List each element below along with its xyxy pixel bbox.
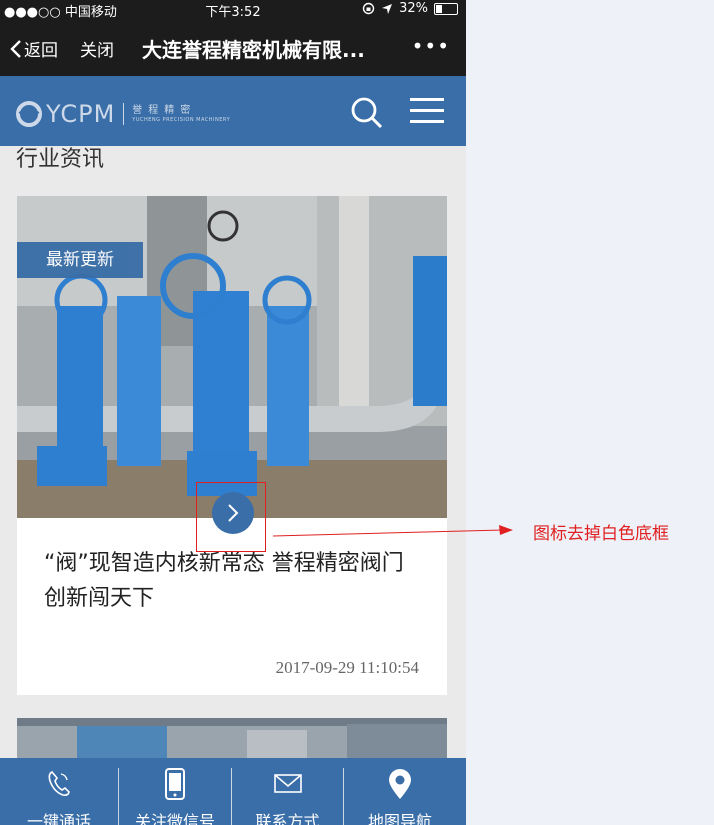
tab-wechat-label: 关注微信号 xyxy=(134,812,215,825)
menu-button[interactable] xyxy=(410,96,444,126)
more-button[interactable]: ••• xyxy=(412,34,450,58)
logo-en: YUCHENG PRECISION MACHINERY xyxy=(132,117,231,123)
tab-contact-label: 联系方式 xyxy=(255,812,320,825)
next-article-card[interactable] xyxy=(17,718,447,758)
tab-contact[interactable]: 联系方式 xyxy=(232,758,343,825)
page-title: 大连誉程精密机械有限... xyxy=(142,38,365,62)
bottom-tab-bar: 一键通话 关注微信号 联系方式 地图导航 xyxy=(0,758,466,825)
search-icon xyxy=(351,97,383,129)
phone-icon xyxy=(48,771,70,796)
tab-call-label: 一键通话 xyxy=(26,812,91,825)
logo-mark-icon xyxy=(16,101,42,127)
annotation-highlight-box xyxy=(196,482,266,552)
annotation-note: 图标去掉白色底框 xyxy=(533,524,669,544)
location-arrow-icon xyxy=(382,3,393,14)
battery-percent: 32% xyxy=(399,1,428,16)
map-pin-icon xyxy=(389,769,411,799)
section-title: 行业资讯 xyxy=(16,147,105,172)
envelope-icon xyxy=(273,774,302,793)
logo-subtitle: 誉程精密 YUCHENG PRECISION MACHINERY xyxy=(132,105,230,123)
back-button[interactable]: 返回 xyxy=(10,36,58,61)
latest-badge: 最新更新 xyxy=(17,242,143,278)
tab-call[interactable]: 一键通话 xyxy=(0,758,118,825)
wechat-nav-bar: 返回 关闭 大连誉程精密机械有限... ••• xyxy=(0,20,466,76)
battery-fill xyxy=(436,4,442,13)
mobile-icon xyxy=(165,768,185,800)
battery-icon xyxy=(434,2,458,15)
hamburger-menu-icon xyxy=(410,98,444,123)
article-date: 2017-09-29 11:10:54 xyxy=(275,658,419,677)
rotation-lock-icon xyxy=(362,2,375,15)
article-card[interactable]: 最新更新 “阀”现智造内核新常态 誉程精密阀门创新闯天下 2017-09-29 … xyxy=(17,196,447,695)
logo-cn: 誉程精密 xyxy=(132,105,197,116)
close-button[interactable]: 关闭 xyxy=(80,36,114,61)
tab-wechat[interactable]: 关注微信号 xyxy=(119,758,231,825)
tab-map-label: 地图导航 xyxy=(367,812,432,825)
ycpm-logo[interactable]: YCPM 誉程精密 YUCHENG PRECISION MACHINERY xyxy=(16,100,230,128)
back-label: 返回 xyxy=(24,41,58,61)
logo-divider xyxy=(123,103,125,125)
site-header: YCPM 誉程精密 YUCHENG PRECISION MACHINERY xyxy=(0,76,466,146)
phone-screen: ●●●○○ 中国移动 下午3:52 32% 返回 关闭 大连誉程精密机械有限..… xyxy=(0,0,466,825)
status-right: 32% xyxy=(362,1,458,16)
article-title[interactable]: “阀”现智造内核新常态 誉程精密阀门创新闯天下 xyxy=(44,546,424,616)
search-button[interactable] xyxy=(350,96,384,130)
logo-text: YCPM xyxy=(46,100,116,128)
status-bar: ●●●○○ 中国移动 下午3:52 32% xyxy=(0,0,466,20)
tab-map[interactable]: 地图导航 xyxy=(344,758,456,825)
next-article-image xyxy=(17,718,447,758)
chevron-left-icon xyxy=(10,39,21,58)
